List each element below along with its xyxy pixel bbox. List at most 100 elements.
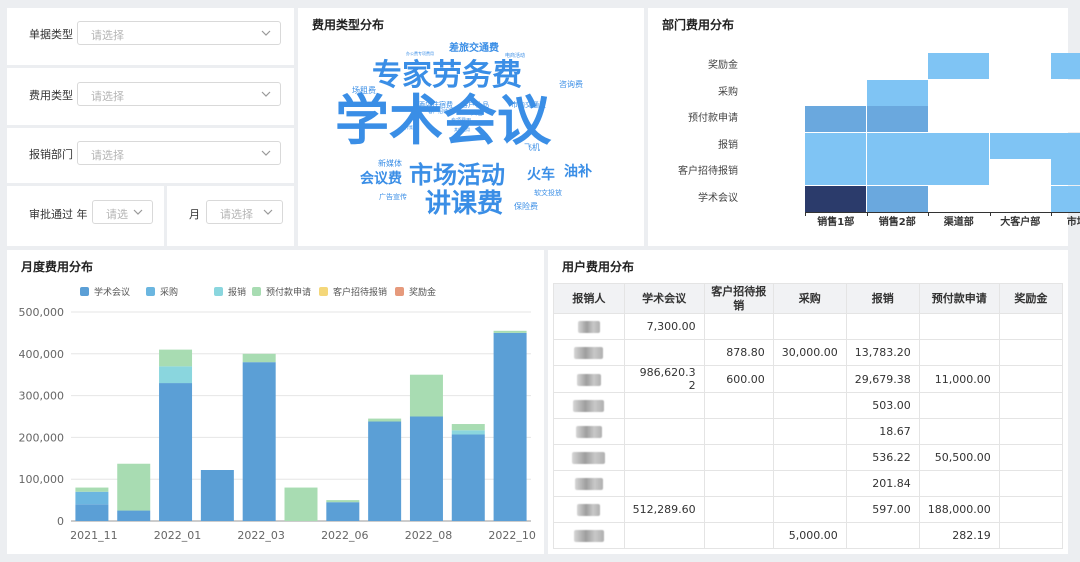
doc-type-label: 单据类型 [29, 28, 73, 41]
wordcloud-word: 市内交通费 [511, 101, 546, 109]
reporter-name-cell [553, 365, 625, 393]
redacted-name [574, 347, 604, 359]
wordcloud-word: 宣传策划 [401, 125, 417, 130]
heatmap-cell [928, 79, 989, 106]
chevron-down-icon [133, 209, 143, 215]
table-cell [998, 392, 1064, 419]
wordcloud-word: 市场活动 [409, 161, 505, 189]
monthly-bar-chart: 0 100,000 200,000 300,000 400,000 500,000 2021… [19, 306, 536, 542]
reporter-name-cell [553, 444, 625, 471]
table-cell [772, 444, 847, 471]
table-row: 986,620.3 2 600.00 29,679.38 11,000.00 [553, 365, 1064, 393]
table-cell [772, 313, 847, 340]
redacted-name [575, 426, 602, 438]
wordcloud-word: 场租费 [352, 86, 376, 95]
wordcloud-word: 新媒体 [378, 159, 402, 168]
table-header-cell[interactable]: 报销人 [553, 283, 625, 314]
table-cell [998, 496, 1064, 523]
table-cell [623, 522, 705, 549]
table-row: 512,289.60 597.00 188,000.00 [553, 496, 1064, 523]
table-cell [998, 522, 1064, 549]
redacted-name [573, 530, 604, 542]
chevron-down-icon [261, 150, 271, 156]
bar-segment [159, 349, 193, 367]
reporter-name-cell [553, 392, 625, 419]
bar-segment [117, 463, 151, 511]
wordcloud-word: 会议费 [360, 171, 402, 187]
heatmap-cell [805, 159, 866, 185]
table-cell: 30,000.00 [772, 339, 847, 366]
bar-segment [451, 430, 485, 435]
table-cell [623, 470, 705, 497]
reporter-name-cell [553, 339, 625, 366]
filter-expense-type-panel: 费用类型 请选择 [7, 68, 294, 125]
table-cell [703, 444, 774, 471]
table-cell: 503.00 [845, 392, 920, 419]
table-cell: 50,500.00 [918, 444, 1000, 471]
x-tick-label: 2022_08 [405, 529, 453, 542]
month-select[interactable]: 请选择 [206, 200, 283, 224]
wordcloud-panel: 费用类型分布 学术会议 专家劳务费 讲课费 市场活动 会议费 火车 油补 差旅交通费 咨询费 场租… [298, 8, 644, 246]
expense-type-placeholder: 请选择 [91, 90, 124, 103]
table-cell: 11,000.00 [918, 365, 1000, 393]
approval-year-placeholder: 请选 [106, 208, 128, 221]
reporter-name-cell [553, 313, 625, 340]
wordcloud-word: 保险费 [514, 202, 538, 211]
table-cell [623, 392, 705, 419]
table-cell: 986,620.3 2 [623, 365, 705, 393]
table-header-cell[interactable]: 奖励金 [998, 283, 1064, 314]
table-header-cell[interactable]: 采购 [772, 283, 847, 314]
approval-year-label: 审批通过 年 [29, 208, 88, 221]
table-cell [845, 522, 920, 549]
table-cell [703, 470, 774, 497]
table-row: 878.80 30,000.00 13,783.20 [553, 339, 1064, 366]
wordcloud-word: 专项费用 [451, 118, 472, 124]
month-placeholder: 请选择 [220, 208, 253, 221]
table-cell [772, 365, 847, 393]
heatmap-cell [989, 132, 1051, 159]
expense-type-select[interactable]: 请选择 [77, 82, 281, 106]
bar-segment [368, 421, 402, 521]
table-row: 18.67 [553, 418, 1064, 445]
table-header-cell[interactable]: 预付款申请 [918, 283, 1000, 314]
table-header-cell[interactable]: 报销 [845, 283, 920, 314]
filter-doc-type-panel: 单据类型 请选择 [7, 8, 294, 65]
wordcloud-word: 火车 [527, 167, 555, 183]
table-cell [998, 418, 1064, 445]
heatmap-row-label: 客户招待报销 [678, 166, 738, 177]
monthly-chart-panel: 月度费用分布 学术会议 采购 报销 预付款申请 客户招待报销 奖励金 0 100,000 20… [7, 250, 544, 554]
doc-type-placeholder: 请选择 [91, 29, 124, 42]
redacted-name [577, 321, 600, 333]
dept-select[interactable]: 请选择 [77, 141, 281, 165]
heatmap-col-label: 市场部 [1066, 217, 1080, 228]
reporter-name-cell [553, 418, 625, 445]
table-cell [623, 339, 705, 366]
bar-segment [451, 434, 485, 521]
heatmap-cell [866, 106, 928, 132]
table-cell [998, 313, 1064, 340]
table-header-cell[interactable]: 客户招待报 销 [703, 283, 774, 314]
table-cell: 600.00 [703, 365, 774, 393]
bar-segment [493, 330, 527, 333]
bar-segment [368, 418, 402, 422]
table-row: 201.84 [553, 470, 1064, 497]
wordcloud-word: 酒店住宿费 [418, 101, 453, 109]
redacted-name [577, 504, 601, 516]
approval-year-select[interactable]: 请选 [92, 200, 153, 224]
wordcloud-word: 客户招待费 [428, 109, 454, 115]
filter-month-panel: 月 请选择 [167, 186, 294, 246]
doc-type-select[interactable]: 请选择 [77, 21, 281, 45]
table-cell [772, 418, 847, 445]
table-cell [918, 418, 1000, 445]
y-tick-label: 400,000 [19, 348, 65, 361]
bar-segment [493, 332, 527, 521]
table-header-cell[interactable]: 学术会议 [623, 283, 705, 314]
table-cell [772, 470, 847, 497]
bar-segment [326, 500, 360, 503]
table-cell: 29,679.38 [845, 365, 920, 393]
month-label: 月 [189, 208, 200, 221]
heatmap-cell [928, 106, 989, 132]
table-cell [998, 365, 1064, 393]
table-cell: 201.84 [845, 470, 920, 497]
table-cell [918, 392, 1000, 419]
